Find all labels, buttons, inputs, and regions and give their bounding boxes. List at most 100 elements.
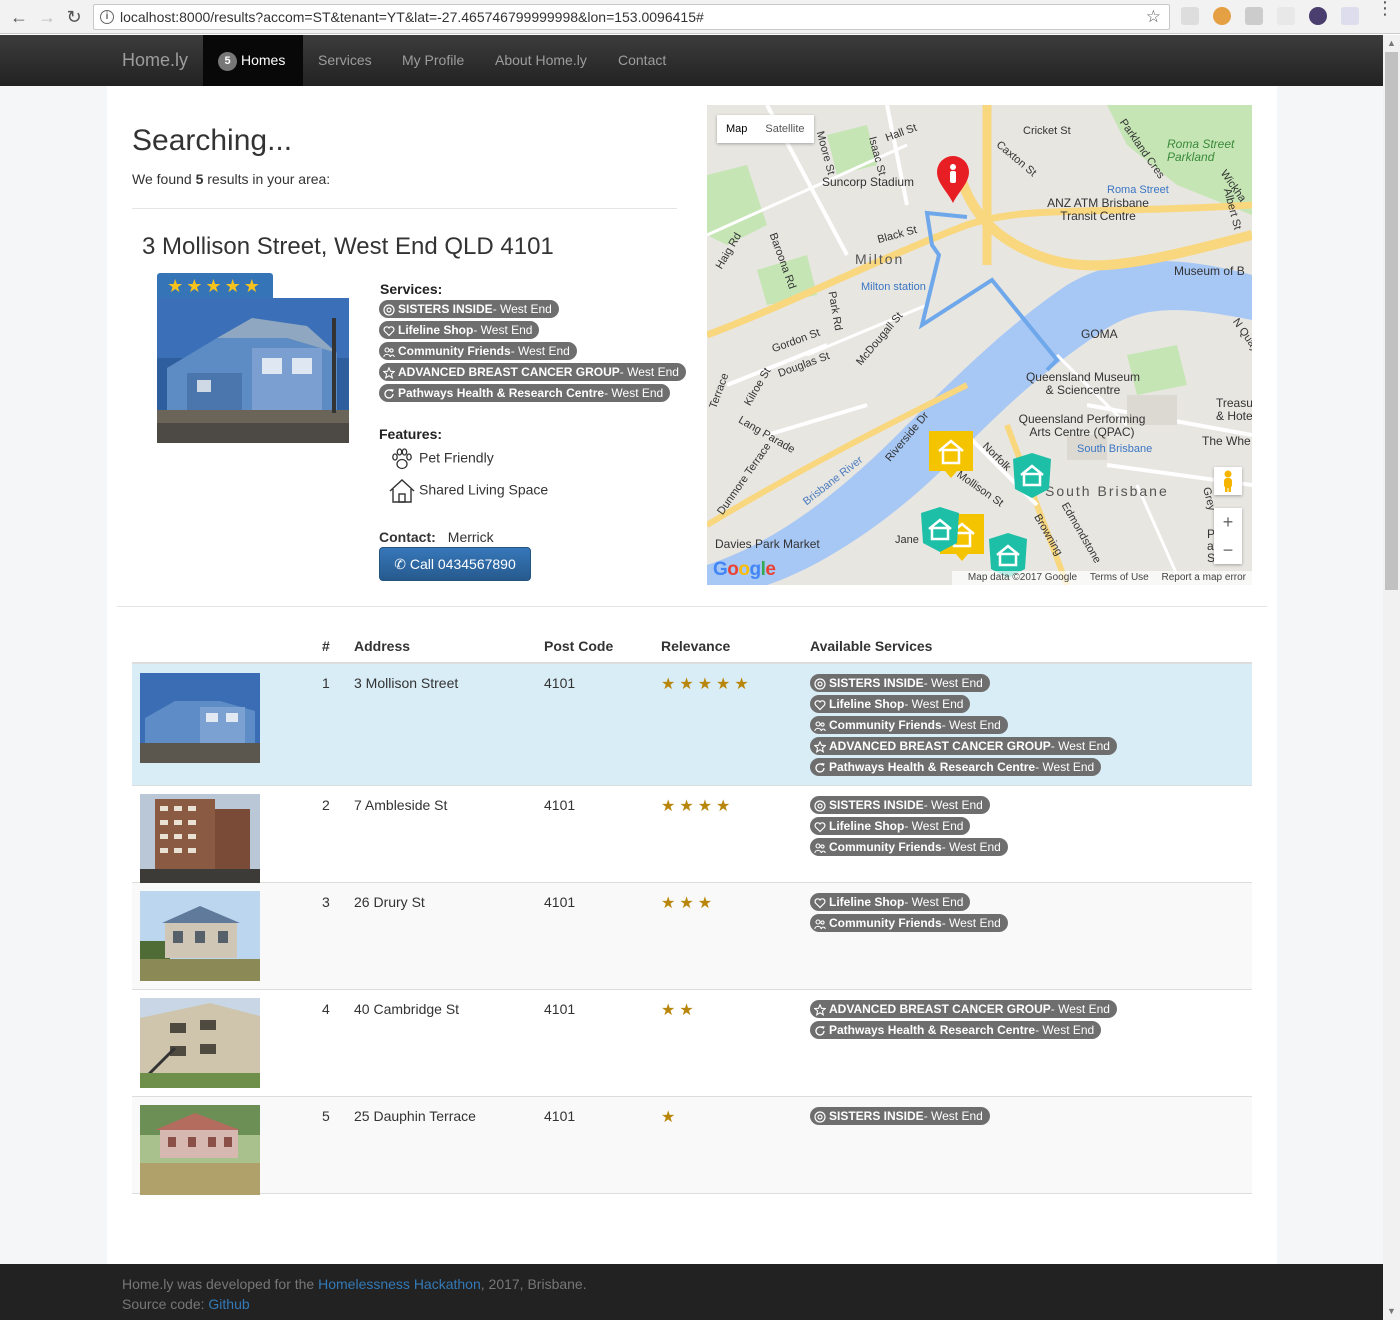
zoom-out-button[interactable]: − xyxy=(1214,536,1242,564)
row-number: 1 xyxy=(322,675,330,691)
col-relevance: Relevance xyxy=(661,638,731,654)
home-thumbnail[interactable] xyxy=(140,998,260,1088)
service-badge[interactable]: Lifeline Shop - West End xyxy=(810,817,971,835)
nav-services[interactable]: Services xyxy=(303,35,387,86)
home-thumbnail[interactable] xyxy=(140,794,260,884)
table-row[interactable]: 2 7 Ambleside St 4101 ★★★★ SISTERS INSIDE - … xyxy=(132,786,1252,884)
service-badge[interactable]: Community Friends - West End xyxy=(810,716,1008,734)
row-services: SISTERS INSIDE - West End Lifeline Shop -… xyxy=(810,674,1117,779)
row-relevance-stars: ★★★ xyxy=(661,895,717,912)
featured-services-list: SISTERS INSIDE - West End Lifeline Shop -… xyxy=(379,300,686,405)
github-link[interactable]: Github xyxy=(208,1296,249,1312)
browser-toolbar: ← → ↻ i localhost:8000/results?accom=ST&… xyxy=(0,0,1400,34)
table-row[interactable]: 4 40 Cambridge St 4101 ★★ ADVANCED BREAST CA… xyxy=(132,990,1252,1097)
extension-json-icon[interactable] xyxy=(1277,7,1295,25)
pegman-icon[interactable] xyxy=(1214,467,1242,495)
table-row[interactable]: 1 3 Mollison Street 4101 ★★★★★ SISTERS INSID… xyxy=(132,664,1252,786)
zoom-in-button[interactable]: + xyxy=(1214,508,1242,536)
bookmark-star-icon[interactable]: ☆ xyxy=(1146,5,1161,29)
service-marker-icon[interactable] xyxy=(917,505,963,553)
service-row: Community Friends - West End xyxy=(810,716,1117,737)
footer-text: Source code: xyxy=(122,1296,209,1312)
extension-image-icon[interactable] xyxy=(1341,7,1359,25)
heart-icon xyxy=(814,820,826,833)
service-marker-icon[interactable] xyxy=(1009,451,1055,499)
service-name: SISTERS INSIDE xyxy=(829,1109,924,1123)
reload-icon[interactable]: ↻ xyxy=(63,6,85,28)
address-bar[interactable]: i localhost:8000/results?accom=ST&tenant… xyxy=(93,4,1170,30)
map-type-map[interactable]: Map xyxy=(717,115,756,143)
paw-icon xyxy=(389,446,415,472)
home-thumbnail[interactable] xyxy=(140,1105,260,1195)
service-area: - West End xyxy=(1035,1023,1095,1037)
hackathon-link[interactable]: Homelessness Hackathon xyxy=(318,1276,481,1292)
table-row[interactable]: 5 25 Dauphin Terrace 4101 ★ SISTERS INSIDE -… xyxy=(132,1097,1252,1195)
divider xyxy=(117,606,1267,607)
extension-circle-icon[interactable] xyxy=(1309,7,1327,25)
service-badge[interactable]: Community Friends - West End xyxy=(810,838,1008,856)
home-thumbnail[interactable] xyxy=(140,891,260,981)
service-badge[interactable]: Community Friends - West End xyxy=(379,342,577,360)
service-badge[interactable]: SISTERS INSIDE - West End xyxy=(810,796,990,814)
map-terms-link[interactable]: Terms of Use xyxy=(1090,572,1149,583)
info-icon[interactable]: i xyxy=(100,10,114,24)
service-name: SISTERS INSIDE xyxy=(829,676,924,690)
service-area: - West End xyxy=(619,365,679,379)
map-type-satellite[interactable]: Satellite xyxy=(756,115,813,143)
service-badge[interactable]: SISTERS INSIDE - West End xyxy=(810,1107,990,1125)
featured-home-photo[interactable] xyxy=(157,298,349,443)
row-relevance-stars: ★ xyxy=(661,1109,680,1126)
extension-help-icon[interactable] xyxy=(1245,7,1263,25)
results-map[interactable]: Suncorp Stadium Milton Milton station AN… xyxy=(707,105,1252,585)
user-location-pin-icon[interactable] xyxy=(935,155,971,205)
star-icon xyxy=(813,740,827,753)
service-name: Pathways Health & Research Centre xyxy=(398,386,605,400)
scroll-down-icon[interactable]: ▼ xyxy=(1383,1303,1400,1320)
star-icon xyxy=(382,366,396,379)
scroll-thumb[interactable] xyxy=(1385,52,1398,590)
home-thumbnail[interactable] xyxy=(140,673,260,763)
results-summary: We found 5 results in your area: xyxy=(132,171,330,187)
map-label-cricket-st: Cricket St xyxy=(1023,125,1071,137)
scroll-up-icon[interactable]: ▲ xyxy=(1383,35,1400,52)
service-badge[interactable]: Pathways Health & Research Centre - West… xyxy=(810,1021,1102,1039)
nav-homes[interactable]: 5 Homes xyxy=(203,35,303,86)
service-name: Pathways Health & Research Centre xyxy=(829,1023,1036,1037)
brand-logo[interactable]: Home.ly xyxy=(122,50,188,71)
service-badge[interactable]: ADVANCED BREAST CANCER GROUP - West End xyxy=(810,737,1117,755)
service-badge[interactable]: Lifeline Shop - West End xyxy=(810,695,971,713)
nav-about[interactable]: About Home.ly xyxy=(480,35,602,86)
service-badge[interactable]: ADVANCED BREAST CANCER GROUP - West End xyxy=(379,363,686,381)
service-badge[interactable]: SISTERS INSIDE - West End xyxy=(810,674,990,692)
service-badge[interactable]: ADVANCED BREAST CANCER GROUP - West End xyxy=(810,1000,1117,1018)
service-badge[interactable]: Pathways Health & Research Centre - West… xyxy=(810,758,1102,776)
nav-my-profile[interactable]: My Profile xyxy=(387,35,479,86)
row-services: SISTERS INSIDE - West End Lifeline Shop -… xyxy=(810,796,1008,859)
extension-cookie-icon[interactable] xyxy=(1213,7,1231,25)
forward-icon[interactable]: → xyxy=(36,6,58,28)
star-icon xyxy=(813,1003,827,1016)
nav-contact[interactable]: Contact xyxy=(603,35,681,86)
extension-k-icon[interactable] xyxy=(1181,7,1199,25)
row-number: 3 xyxy=(322,894,330,910)
divider xyxy=(132,208,677,209)
home-marker-icon[interactable] xyxy=(929,431,973,479)
page-scrollbar[interactable]: ▲ ▼ xyxy=(1383,35,1400,1320)
map-report-error-link[interactable]: Report a map error xyxy=(1162,572,1246,583)
service-badge[interactable]: Community Friends - West End xyxy=(810,914,1008,932)
feature-shared-living: Shared Living Space xyxy=(389,478,548,504)
browser-menu-icon[interactable]: ⋮ xyxy=(1376,0,1394,17)
service-badge[interactable]: Lifeline Shop - West End xyxy=(810,893,971,911)
map-label-qld-museum: Queensland Museum & Sciencentre xyxy=(1025,370,1141,397)
service-badge[interactable]: Pathways Health & Research Centre - West… xyxy=(379,384,671,402)
map-label-davies-park: Davies Park Market xyxy=(715,537,820,551)
service-badge[interactable]: SISTERS INSIDE - West End xyxy=(379,300,559,318)
call-button[interactable]: ✆ Call 0434567890 xyxy=(379,547,531,581)
footer-text: Home.ly was developed for the xyxy=(122,1276,319,1292)
service-name: Community Friends xyxy=(829,916,942,930)
back-icon[interactable]: ← xyxy=(8,6,30,28)
table-row[interactable]: 3 26 Drury St 4101 ★★★ Lifeline Shop - West … xyxy=(132,883,1252,990)
map-label-south-brisbane: South Brisbane xyxy=(1045,483,1169,499)
service-badge[interactable]: Lifeline Shop - West End xyxy=(379,321,540,339)
table-header: # Address Post Code Relevance Available … xyxy=(132,630,1252,664)
